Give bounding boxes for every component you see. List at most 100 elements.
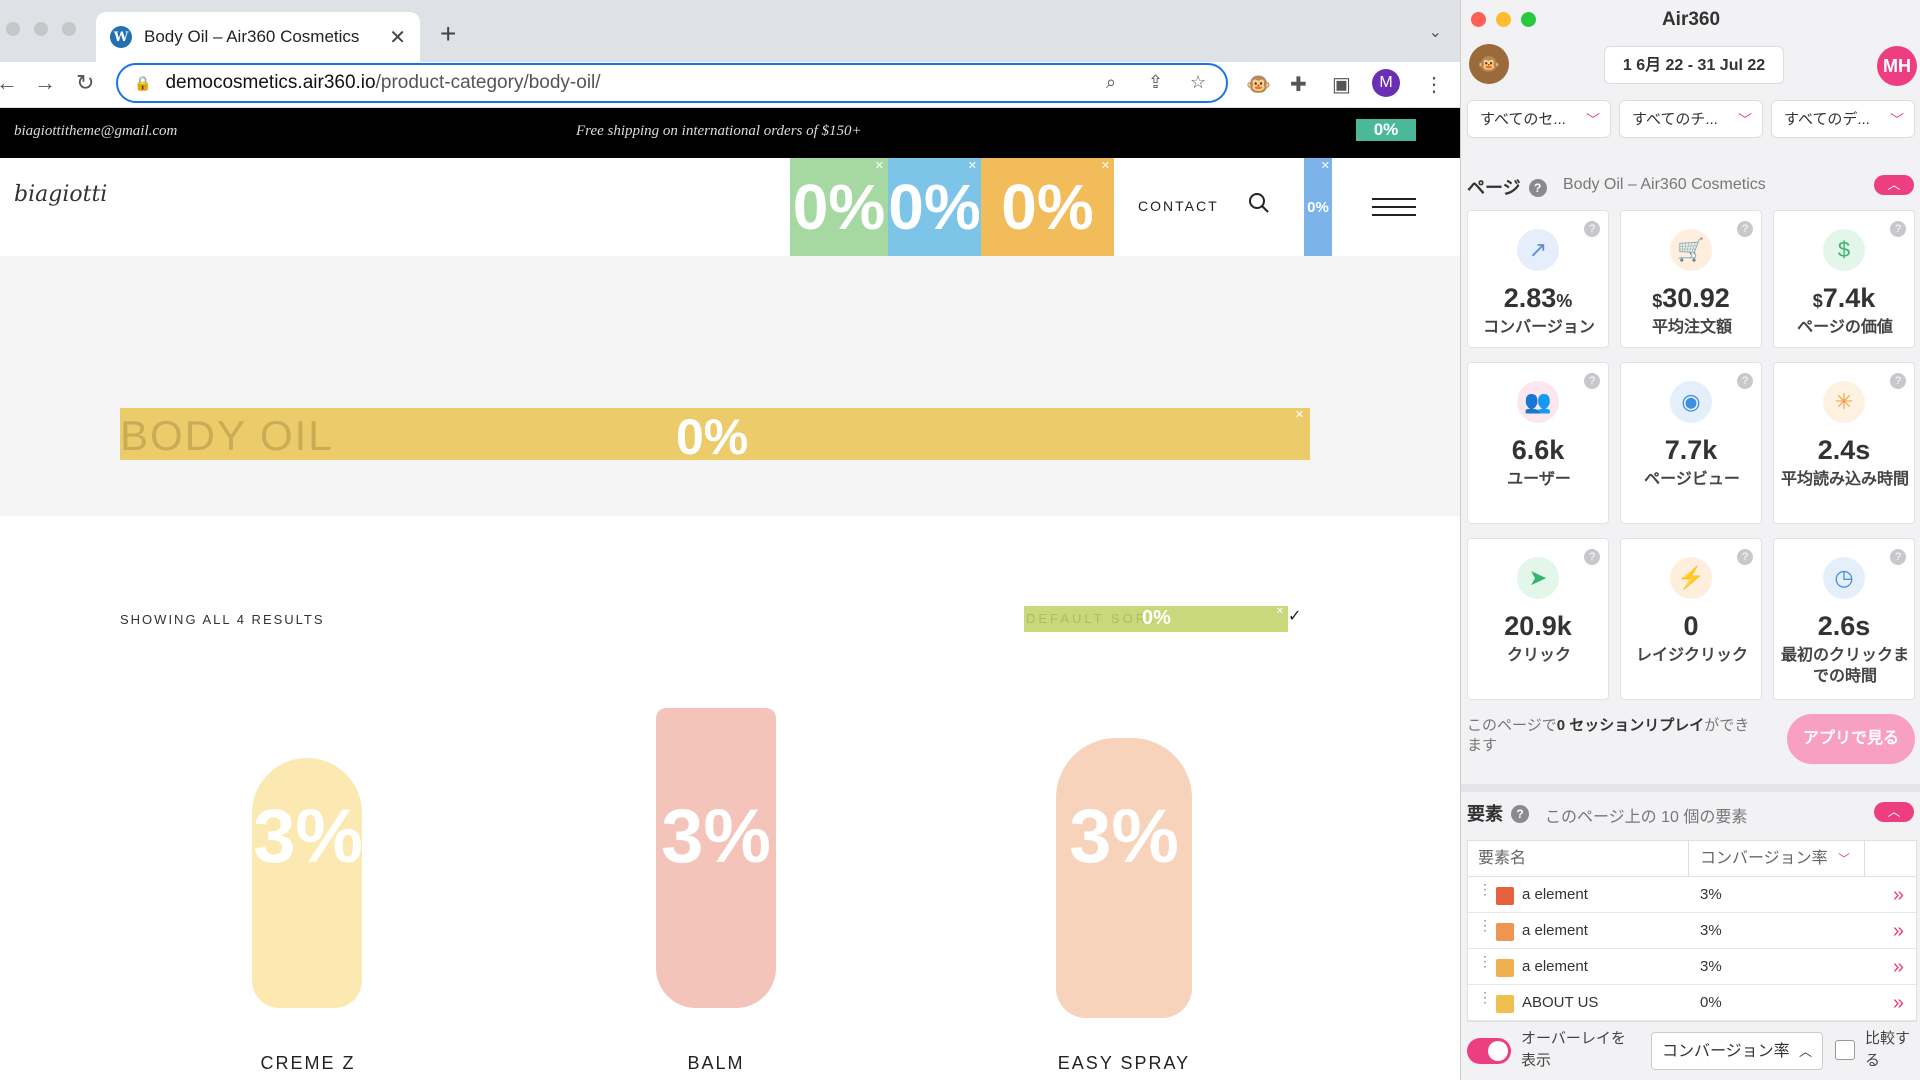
drag-handle-icon[interactable]: ⋮: [1478, 954, 1492, 968]
window-controls[interactable]: [6, 22, 76, 36]
element-name: ABOUT US: [1522, 994, 1599, 1011]
help-icon[interactable]: ?: [1584, 221, 1600, 237]
segment-filter[interactable]: すべてのセ... ﹀: [1467, 100, 1611, 138]
product-name[interactable]: CREME Z: [120, 1053, 496, 1074]
extensions-puzzle-icon[interactable]: ✚: [1290, 72, 1307, 97]
double-chevron-right-icon[interactable]: »: [1893, 913, 1904, 949]
browser-tab[interactable]: W Body Oil – Air360 Cosmetics ✕: [96, 12, 420, 62]
device-filter[interactable]: すべてのデ... ﹀: [1771, 100, 1915, 138]
metric-card[interactable]: ? 🛒 $30.92 平均注文額: [1620, 210, 1762, 348]
help-icon[interactable]: ?: [1737, 221, 1753, 237]
hero-title-overlay[interactable]: BODY OIL 0% ✕: [120, 408, 1310, 465]
product-name[interactable]: EASY SPRAY: [936, 1053, 1312, 1074]
close-tab-icon[interactable]: ✕: [389, 25, 406, 50]
help-icon[interactable]: ?: [1511, 805, 1529, 823]
sort-chevron-icon[interactable]: ✓: [1288, 606, 1301, 626]
strip-overlay-badge[interactable]: 0%: [1356, 119, 1416, 141]
hamburger-menu-icon[interactable]: [1372, 198, 1416, 222]
back-icon[interactable]: ←: [0, 70, 18, 96]
side-overlay[interactable]: 0% ✕: [1304, 158, 1332, 256]
product-name[interactable]: BALM: [528, 1053, 904, 1074]
chevron-down-icon: ﹀: [1586, 112, 1600, 128]
metric-card[interactable]: ? ↗ 2.83% コンバージョン: [1467, 210, 1609, 348]
table-row[interactable]: ⋮ a element 3% »: [1468, 949, 1916, 985]
help-icon[interactable]: ?: [1528, 179, 1547, 197]
sort-chevron-icon[interactable]: ﹀: [1838, 841, 1850, 877]
collapse-page-section-icon[interactable]: ︿: [1874, 175, 1914, 195]
double-chevron-right-icon[interactable]: »: [1893, 985, 1904, 1021]
trend-up-icon: ↗: [1517, 229, 1559, 271]
nav-overlay-1[interactable]: 0% ✕: [790, 158, 888, 256]
metric-card[interactable]: ? $ $7.4k ページの価値: [1773, 210, 1915, 348]
bookmark-star-icon[interactable]: ☆: [1190, 72, 1206, 93]
help-icon[interactable]: ?: [1737, 549, 1753, 565]
search-icon[interactable]: [1248, 192, 1270, 214]
share-icon[interactable]: ⇪: [1148, 72, 1163, 93]
sort-overlay[interactable]: DEFAULT SORT 0% ✕: [1024, 606, 1288, 632]
browser-menu-icon[interactable]: ⋮: [1424, 72, 1444, 97]
tab-list-chevron-icon[interactable]: ⌄: [1429, 22, 1442, 42]
side-overlay-pct: 0%: [1307, 198, 1329, 216]
contact-email[interactable]: biagiottitheme@gmail.com: [14, 123, 177, 140]
metric-card[interactable]: ? ◷ 2.6s 最初のクリックまでの時間: [1773, 538, 1915, 700]
double-chevron-right-icon[interactable]: »: [1893, 949, 1904, 985]
profile-avatar[interactable]: M: [1372, 69, 1400, 97]
view-in-app-button[interactable]: アプリで見る: [1787, 714, 1915, 764]
metric-card[interactable]: ? ◉ 7.7k ページビュー: [1620, 362, 1762, 524]
product-card-balm[interactable]: 3% ✕: [528, 648, 904, 1024]
nav-overlay-3[interactable]: 0% ✕: [981, 158, 1114, 256]
metric-card[interactable]: ? ➤ 20.9k クリック: [1467, 538, 1609, 700]
sidepanel-icon[interactable]: ▣: [1332, 72, 1351, 97]
metric-card[interactable]: ? ✳ 2.4s 平均読み込み時間: [1773, 362, 1915, 524]
reload-icon[interactable]: ↻: [76, 70, 94, 96]
hero-overlay-close-icon[interactable]: ✕: [1295, 408, 1304, 421]
user-avatar[interactable]: MH: [1877, 46, 1917, 86]
table-row[interactable]: ⋮ ABOUT US 0% »: [1468, 985, 1916, 1021]
metric-card[interactable]: ? ⚡ 0 レイジクリック: [1620, 538, 1762, 700]
element-rate: 0%: [1700, 994, 1722, 1011]
table-row[interactable]: ⋮ a element 3% »: [1468, 913, 1916, 949]
tab-title: Body Oil – Air360 Cosmetics: [144, 27, 360, 46]
drag-handle-icon[interactable]: ⋮: [1478, 918, 1492, 932]
help-icon[interactable]: ?: [1584, 373, 1600, 389]
elements-table: 要素名 コンバージョン率 ﹀ ⋮ a element 3% » ⋮ a elem…: [1467, 840, 1917, 1022]
new-tab-icon[interactable]: +: [440, 18, 456, 50]
drag-handle-icon[interactable]: ⋮: [1478, 882, 1492, 896]
help-icon[interactable]: ?: [1584, 549, 1600, 565]
help-icon[interactable]: ?: [1737, 373, 1753, 389]
help-icon[interactable]: ?: [1890, 221, 1906, 237]
metric-value: 2.6s: [1817, 611, 1871, 641]
chevron-down-icon: ﹀: [1738, 112, 1752, 128]
drag-handle-icon[interactable]: ⋮: [1478, 990, 1492, 1004]
collapse-elements-section-icon[interactable]: ︿: [1874, 802, 1914, 822]
table-row[interactable]: ⋮ a element 3% »: [1468, 877, 1916, 913]
overlay-metric-select[interactable]: コンバージョン率 ︿: [1651, 1032, 1823, 1070]
column-element-name[interactable]: 要素名: [1478, 841, 1526, 877]
nav-contact-link[interactable]: CONTACT: [1138, 198, 1219, 214]
column-conversion-rate[interactable]: コンバージョン率: [1700, 841, 1828, 877]
panel-footer: オーバーレイを表示 コンバージョン率 ︿ 比較する: [1461, 1026, 1920, 1080]
overlay-toggle[interactable]: [1467, 1038, 1511, 1064]
nav-overlay-2[interactable]: 0% ✕: [888, 158, 981, 256]
zoom-icon[interactable]: ⌕: [1106, 72, 1116, 93]
double-chevron-right-icon[interactable]: »: [1893, 877, 1904, 913]
product-card-easy-spray[interactable]: 3% ✕: [936, 648, 1312, 1024]
forward-icon[interactable]: →: [34, 70, 56, 96]
site-logo[interactable]: biagiotti: [14, 182, 107, 207]
compare-checkbox[interactable]: [1835, 1040, 1855, 1060]
air360-extension-icon[interactable]: 🐵: [1246, 72, 1271, 97]
product-overlay-close-icon[interactable]: ✕: [889, 650, 898, 663]
product-overlay-close-icon[interactable]: ✕: [481, 650, 490, 663]
metric-card[interactable]: ? 👥 6.6k ユーザー: [1467, 362, 1609, 524]
channel-filter[interactable]: すべてのチ... ﹀: [1619, 100, 1763, 138]
sort-overlay-close-icon[interactable]: ✕: [1276, 606, 1284, 617]
section-divider: [1461, 784, 1920, 792]
help-icon[interactable]: ?: [1890, 373, 1906, 389]
product-overlay-close-icon[interactable]: ✕: [1297, 650, 1306, 663]
hero-overlay-pct: 0%: [676, 409, 749, 465]
date-range-picker[interactable]: 1 6月 22 - 31 Jul 22: [1604, 46, 1784, 84]
help-icon[interactable]: ?: [1890, 549, 1906, 565]
address-bar[interactable]: 🔒 democosmetics.air360.io/product-catego…: [116, 63, 1228, 103]
element-rate: 3%: [1700, 922, 1722, 939]
product-card-creme-z[interactable]: 3% ✕: [120, 648, 496, 1024]
